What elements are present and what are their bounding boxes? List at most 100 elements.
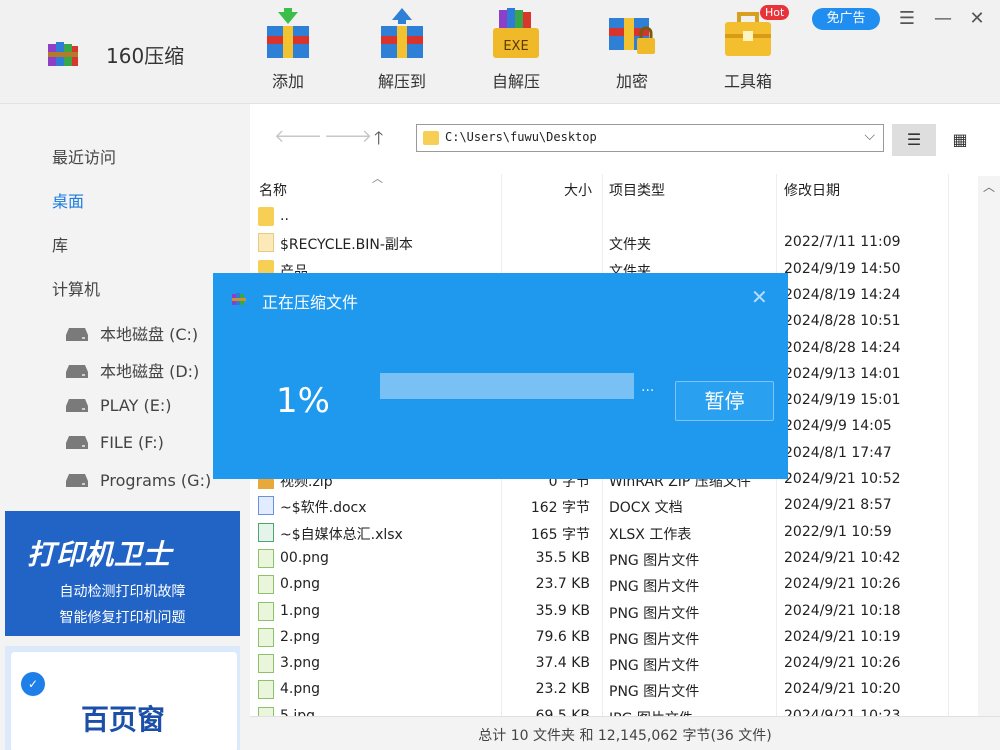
png-file-icon — [258, 627, 274, 647]
close-icon[interactable]: ✕ — [751, 285, 768, 309]
toolbox-button[interactable]: 工具箱 — [708, 8, 788, 92]
up-folder-icon[interactable]: 🡑 — [374, 126, 383, 156]
file-size: 79.6 KB — [535, 628, 590, 645]
hard-drive-icon — [66, 399, 88, 412]
file-type: XLSX 工作表 — [609, 526, 692, 543]
file-name: 2.png — [280, 628, 321, 645]
list-view-button[interactable]: ☰ — [892, 124, 936, 156]
drive-g[interactable]: Programs (G:) — [66, 471, 211, 490]
dialog-title: 正在压缩文件 — [262, 293, 359, 312]
file-row[interactable]: $RECYCLE.BIN-副本 文件夹 2022/7/11 11:09 — [250, 230, 950, 256]
folder-file-icon — [258, 207, 274, 226]
scroll-up-icon[interactable]: ︿ — [983, 178, 995, 195]
extract-icon — [381, 8, 423, 58]
file-type: PNG 图片文件 — [609, 631, 700, 648]
paper-file-icon — [258, 233, 274, 253]
second-ad-banner[interactable]: ✓ 百页窗 — [5, 646, 240, 750]
file-date: 2024/9/19 14:50 — [784, 260, 901, 277]
png-file-icon — [258, 575, 274, 595]
minimize-icon[interactable]: — — [932, 8, 954, 30]
encrypt-button[interactable]: 加密 — [592, 8, 672, 92]
file-date: 2024/8/28 14:24 — [784, 339, 901, 356]
current-file-name — [380, 373, 634, 399]
file-row[interactable]: 3.png 37.4 KB PNG 图片文件 2024/9/21 10:26 — [250, 651, 950, 677]
file-size: 23.2 KB — [535, 681, 590, 698]
file-date: 2024/9/21 10:26 — [784, 655, 901, 672]
file-name: 3.png — [280, 655, 321, 672]
pause-button[interactable]: 暂停 — [675, 381, 774, 421]
drive-f[interactable]: FILE (F:) — [66, 433, 164, 452]
column-size[interactable]: 大小 — [564, 180, 592, 200]
extract-to-button[interactable]: 解压到 — [362, 8, 442, 92]
file-date: 2022/9/1 10:59 — [784, 523, 892, 540]
nav-desktop[interactable]: 桌面 — [52, 188, 84, 212]
file-date: 2024/9/21 10:52 — [784, 471, 901, 487]
remove-ads-button[interactable]: 免广告 — [812, 8, 880, 30]
drive-c[interactable]: 本地磁盘 (C:) — [66, 321, 198, 345]
file-row[interactable]: 0.png 23.7 KB PNG 图片文件 2024/9/21 10:26 — [250, 572, 950, 598]
drive-d[interactable]: 本地磁盘 (D:) — [66, 358, 199, 382]
file-row[interactable]: 00.png 35.5 KB PNG 图片文件 2024/9/21 10:42 — [250, 546, 950, 572]
xlsx-file-icon — [258, 522, 274, 542]
forward-icon[interactable]: 🡒 — [324, 126, 372, 147]
sort-ascending-icon: ︿ — [372, 172, 383, 185]
file-type: PNG 图片文件 — [609, 658, 700, 675]
file-row[interactable]: ~$自媒体总汇.xlsx 165 字节 XLSX 工作表 2022/9/1 10:59 — [250, 520, 950, 546]
status-bar: 总计 10 文件夹 和 12,145,062 字节(36 文件) — [250, 716, 1000, 750]
file-name: $RECYCLE.BIN-副本 — [280, 237, 413, 254]
file-row[interactable]: 2.png 79.6 KB PNG 图片文件 2024/9/21 10:19 — [250, 625, 950, 651]
file-date: 2024/9/21 10:18 — [784, 602, 901, 619]
docx-file-icon — [258, 496, 274, 516]
menu-icon[interactable]: ☰ — [896, 8, 918, 30]
file-row[interactable]: .. — [250, 204, 950, 230]
folder-icon — [423, 131, 439, 145]
grid-view-button[interactable]: ▦ — [938, 124, 982, 156]
hard-drive-icon — [66, 436, 88, 449]
png-file-icon — [258, 654, 274, 674]
hard-drive-icon — [66, 328, 88, 341]
png-file-icon — [258, 548, 274, 568]
progress-percent: 1% — [276, 381, 330, 421]
file-name: 1.png — [280, 602, 321, 619]
exe-label: EXE — [503, 39, 528, 54]
add-button[interactable]: 添加 — [248, 8, 328, 92]
png-file-icon — [258, 601, 274, 621]
nav-library[interactable]: 库 — [52, 232, 68, 256]
path-input[interactable]: C:\Users\fuwu\Desktop ⌵ — [416, 124, 884, 152]
file-date: 2024/8/19 14:24 — [784, 286, 901, 303]
file-date: 2024/9/21 10:20 — [784, 681, 901, 698]
nav-recent[interactable]: 最近访问 — [52, 144, 116, 168]
sfx-button[interactable]: EXE 自解压 — [476, 8, 556, 92]
file-date: 2024/9/21 10:42 — [784, 549, 901, 566]
shield-icon: ✓ — [21, 672, 45, 696]
file-size: 165 字节 — [530, 526, 590, 543]
file-name: ~$自媒体总汇.xlsx — [280, 526, 403, 543]
back-icon[interactable]: 🡐 — [274, 126, 322, 147]
file-date: 2024/9/21 10:19 — [784, 628, 901, 645]
drive-e[interactable]: PLAY (E:) — [66, 396, 171, 415]
file-row[interactable]: 1.png 35.9 KB PNG 图片文件 2024/9/21 10:18 — [250, 599, 950, 625]
file-name: 4.png — [280, 681, 321, 698]
file-date: 2024/9/21 8:57 — [784, 497, 892, 514]
vertical-scrollbar[interactable]: ︿ — [978, 176, 1000, 716]
file-name: ~$软件.docx — [280, 500, 367, 517]
file-size: 162 字节 — [530, 500, 590, 517]
close-icon[interactable]: ✕ — [966, 8, 988, 30]
hot-badge: Hot — [760, 5, 790, 20]
file-row[interactable]: ~$软件.docx 162 字节 DOCX 文档 2024/9/21 8:57 — [250, 493, 950, 519]
sfx-exe-icon: EXE — [493, 8, 539, 58]
app-logo-icon — [232, 293, 246, 305]
nav-computer[interactable]: 计算机 — [52, 276, 100, 300]
file-date: 2024/9/19 15:01 — [784, 392, 901, 409]
file-row[interactable]: 4.png 23.2 KB PNG 图片文件 2024/9/21 10:20 — [250, 677, 950, 703]
file-date: 2024/8/1 17:47 — [784, 444, 892, 461]
column-type[interactable]: 项目类型 — [609, 180, 665, 200]
chevron-down-icon[interactable]: ⌵ — [864, 128, 875, 144]
file-date: 2024/9/9 14:05 — [784, 418, 892, 435]
column-name[interactable]: 名称 — [259, 180, 287, 200]
column-date[interactable]: 修改日期 — [784, 180, 840, 200]
printer-ad-banner[interactable]: 打印机卫士 自动检测打印机故障 智能修复打印机问题 — [5, 511, 240, 636]
file-type: 文件夹 — [609, 237, 651, 254]
app-logo-icon — [48, 42, 78, 66]
top-toolbar: 160压缩 添加 解压到 EXE 自解压 加密 工具箱 Hot 免广告 ☰ — … — [0, 0, 1000, 104]
